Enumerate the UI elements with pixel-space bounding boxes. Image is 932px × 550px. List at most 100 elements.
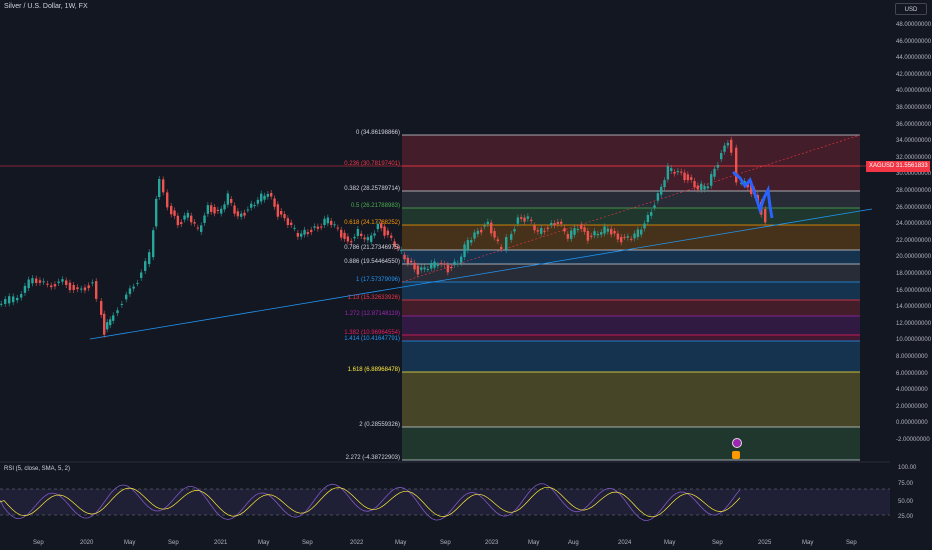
candle-body (263, 195, 266, 200)
price-chart[interactable] (0, 0, 932, 550)
candle-body (590, 235, 593, 237)
candle-body (636, 229, 640, 237)
candle-body (640, 229, 643, 235)
candle-body (686, 174, 690, 181)
candle-body (290, 222, 293, 225)
candle-body (270, 192, 273, 197)
event-flag-icon[interactable] (732, 438, 742, 448)
y-axis-label: 16.00000000 (896, 287, 932, 294)
candle-body (670, 168, 673, 171)
candle-body (183, 215, 186, 220)
candle-body (286, 218, 290, 225)
candle-body (406, 257, 410, 264)
candle-body (490, 222, 493, 234)
fib-level-label: 2.272 (-4.38722903) (345, 455, 400, 461)
fib-level-label: 1.13 (15.32633926) (347, 295, 400, 301)
candle-body (446, 264, 450, 273)
candle-body (360, 233, 363, 237)
candle-body (573, 228, 576, 235)
candle-body (423, 267, 426, 270)
candle-body (158, 179, 161, 198)
candle-body (350, 241, 353, 243)
candle-body (764, 209, 767, 223)
y-axis-label: 44.00000000 (896, 55, 932, 62)
candle-body (16, 297, 19, 301)
x-axis-label: 2025 (758, 540, 772, 546)
rsi-axis-label: 100.00 (898, 465, 917, 471)
candle-body (526, 216, 530, 219)
candle-body (560, 221, 563, 224)
fib-band (402, 191, 860, 208)
candle-body (61, 279, 64, 282)
fib-band (402, 282, 860, 300)
candle-body (186, 212, 190, 218)
candle-body (373, 233, 376, 236)
candle-body (566, 234, 570, 239)
x-axis-label: Sep (168, 540, 179, 546)
candle-body (663, 180, 666, 188)
candle-body (410, 260, 413, 263)
y-axis-label: 10.00000000 (896, 337, 932, 344)
x-axis-label: May (258, 540, 270, 546)
candle-body (540, 228, 543, 234)
y-axis-label: 42.00000000 (896, 71, 932, 78)
candle-body (553, 223, 556, 226)
candle-body (730, 139, 733, 153)
candle-body (505, 237, 508, 250)
candle-body (240, 213, 243, 217)
candle-body (260, 193, 263, 202)
candle-body (606, 228, 610, 232)
candle-body (496, 239, 500, 242)
candle-body (356, 229, 360, 236)
candle-body (666, 165, 670, 180)
candle-body (603, 226, 606, 234)
candle-body (586, 231, 590, 241)
candle-body (460, 256, 463, 263)
y-axis-label: 40.00000000 (896, 88, 932, 95)
rsi-axis-label: 75.00 (898, 481, 914, 487)
candle-body (416, 265, 420, 275)
candle-body (253, 205, 256, 207)
candle-body (4, 299, 7, 304)
candle-body (386, 230, 390, 235)
candle-body (630, 238, 633, 240)
candle-body (620, 237, 623, 243)
candle-body (87, 285, 90, 289)
candle-body (700, 183, 703, 190)
candle-body (116, 310, 119, 314)
candle-body (530, 219, 533, 221)
candle-body (246, 209, 250, 211)
candle-body (576, 228, 580, 230)
candle-body (109, 319, 112, 326)
candle-body (95, 281, 98, 299)
y-axis-label: 22.00000000 (896, 237, 932, 244)
candle-body (343, 232, 346, 239)
candle-body (483, 225, 486, 227)
candle-body (580, 224, 583, 229)
candle-body (193, 222, 196, 224)
fib-level-label: 1.414 (10.41647791) (344, 336, 400, 342)
fib-band (402, 372, 860, 427)
candle-body (144, 261, 147, 271)
candle-body (27, 279, 30, 289)
y-axis-label: 32.00000000 (896, 154, 932, 161)
fib-level-label: 0.618 (24.17788252) (344, 220, 400, 226)
candle-body (220, 208, 223, 214)
fib-level-label: 1.272 (12.87148119) (344, 311, 400, 317)
candle-body (366, 237, 370, 241)
x-axis-label: 2024 (618, 540, 632, 546)
x-axis-label: Sep (302, 540, 313, 546)
candle-body (476, 230, 480, 235)
x-axis-label: May (802, 540, 814, 546)
candle-body (180, 222, 183, 225)
candle-body (346, 236, 350, 242)
candle-body (500, 246, 503, 250)
candle-body (403, 254, 406, 260)
candle-body (453, 261, 456, 265)
fib-band (402, 335, 860, 341)
candle-body (273, 198, 276, 207)
fib-level-label: 1.618 (6.88968478) (347, 367, 400, 373)
candle-body (486, 221, 490, 225)
earnings-flag-icon[interactable] (732, 451, 740, 459)
y-axis-label: 18.00000000 (896, 271, 932, 277)
